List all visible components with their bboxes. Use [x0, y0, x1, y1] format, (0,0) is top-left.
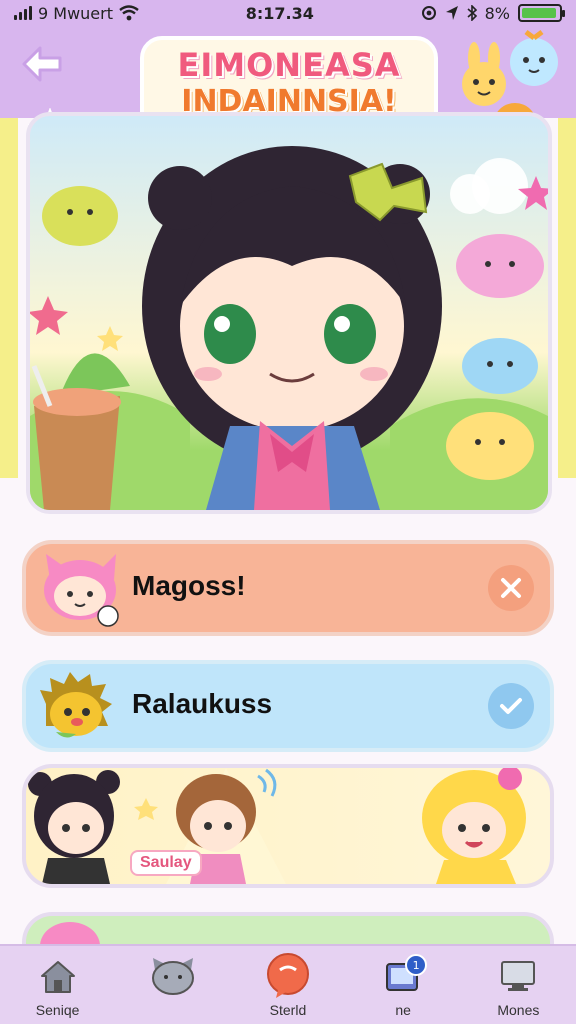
nav-label: Seniqe [35, 1002, 80, 1018]
bluetooth-icon [467, 5, 477, 21]
option-card-magoss[interactable]: Magoss! [22, 540, 554, 636]
nav-item-pets[interactable] [123, 954, 223, 1002]
device-icon: 1 [379, 954, 428, 998]
monitor-icon [494, 954, 542, 998]
close-icon [501, 578, 521, 598]
nav-item-chat[interactable]: Sterld [238, 953, 338, 1018]
chat-icon [264, 953, 312, 998]
bottom-nav: Seniqe Sterld 1 ne Mones [0, 944, 576, 1024]
notification-badge: 1 [405, 954, 428, 976]
battery-percent: 8% [484, 3, 510, 23]
clock: 8:17.34 [245, 3, 314, 23]
carrier-name: 9 Mwuert [38, 3, 113, 23]
friends-illustration [28, 768, 526, 884]
option-card-ralaukuss[interactable]: Ralaukuss [22, 660, 554, 752]
logo-line-1: EIMONEASA [177, 46, 401, 84]
nav-label: Mones [497, 1002, 540, 1018]
friends-label: Saulay [130, 850, 202, 876]
hero-illustration [26, 112, 552, 514]
card-label: Magoss! [132, 570, 246, 601]
battery-level [522, 8, 556, 18]
confirm-button[interactable] [488, 683, 534, 729]
check-icon [500, 698, 522, 714]
signal-icon [14, 6, 32, 20]
back-button[interactable] [18, 40, 66, 88]
right-stripe [558, 118, 576, 478]
at-icon [421, 6, 436, 20]
hedgehog-avatar-icon [40, 672, 112, 738]
chibi-girl-illustration [30, 146, 548, 510]
nav-label: ne [395, 1002, 411, 1018]
cat-icon [149, 954, 197, 998]
close-button[interactable] [488, 565, 534, 611]
arrow-left-icon [22, 46, 62, 82]
battery-icon [518, 4, 565, 22]
nav-label: Sterld [269, 1002, 307, 1018]
left-stripe [0, 118, 18, 478]
nav-item-home[interactable]: Seniqe [8, 954, 108, 1018]
pink-cat-avatar-icon [44, 554, 119, 627]
nav-item-monitor[interactable]: Mones [468, 954, 568, 1018]
status-bar: 9 Mwuert 8:17.34 8% [0, 0, 576, 26]
wifi-icon [119, 5, 139, 21]
friends-banner[interactable]: Saulay [22, 764, 554, 888]
location-arrow-icon [445, 6, 458, 20]
nav-item-device[interactable]: 1 ne [353, 954, 453, 1018]
home-icon [34, 954, 82, 998]
blob-character-icon [510, 30, 558, 86]
card-label: Ralaukuss [132, 688, 273, 719]
